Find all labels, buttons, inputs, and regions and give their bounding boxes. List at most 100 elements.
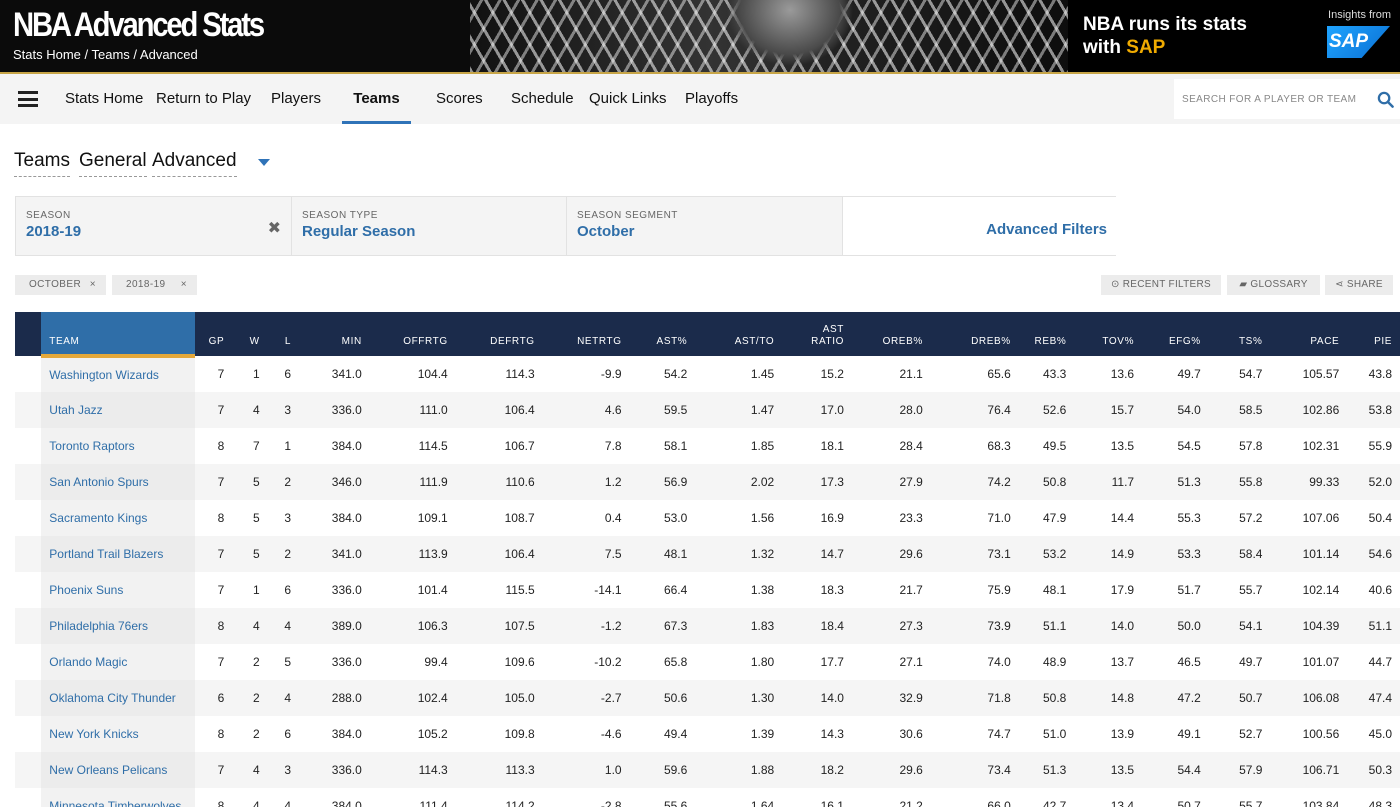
header-team[interactable]: TEAM <box>41 312 195 358</box>
table-row: Philadelphia 76ers 8 4 4 389.0 106.3 107.5 -1.2… <box>15 608 1400 644</box>
stat-cell: 4 <box>267 608 300 644</box>
season-segment-filter[interactable]: SEASON SEGMENT October <box>567 197 843 255</box>
stat-cell: 1 <box>267 428 300 464</box>
recent-filters-label: RECENT FILTERS <box>1122 279 1212 290</box>
stat-cell: 1.32 <box>695 536 783 572</box>
table-row: Orlando Magic 7 2 5 336.0 99.4 109.6 -10.2 65.8 1… <box>15 644 1400 680</box>
title-dropdown-general[interactable]: General <box>79 150 147 177</box>
nav-item-teams[interactable]: Teams <box>342 74 411 124</box>
stat-cell: 7 <box>194 644 233 680</box>
filter-chip-season[interactable]: 2018-19 × <box>112 275 197 295</box>
nav-item-schedule[interactable]: Schedule <box>511 74 574 124</box>
search-input[interactable] <box>1174 79 1364 119</box>
title-dropdown-teams[interactable]: Teams <box>14 150 70 177</box>
team-name-link[interactable]: Phoenix Suns <box>41 572 195 608</box>
team-name-link[interactable]: Portland Trail Blazers <box>41 536 195 572</box>
team-name-link[interactable]: Sacramento Kings <box>41 500 195 536</box>
team-name-link[interactable]: New York Knicks <box>41 716 195 752</box>
stat-cell: 50.4 <box>1347 500 1400 536</box>
header-ast-pct[interactable]: AST% <box>629 312 696 356</box>
stat-cell: 106.4 <box>455 536 543 572</box>
nav-item-scores[interactable]: Scores <box>436 74 483 124</box>
stat-cell: 17.7 <box>782 644 852 680</box>
stat-cell: 3 <box>267 500 300 536</box>
stat-cell: 49.7 <box>1208 644 1271 680</box>
header-tov-pct[interactable]: TOV% <box>1074 312 1143 356</box>
header-pace[interactable]: PACE <box>1270 312 1348 356</box>
team-name-link[interactable]: New Orleans Pelicans <box>41 752 195 788</box>
header-pie[interactable]: PIE <box>1347 312 1400 356</box>
stat-cell: 47.2 <box>1142 680 1209 716</box>
recent-filters-button[interactable]: ⊙ RECENT FILTERS <box>1101 275 1221 295</box>
nav-item-return-to-play[interactable]: Return to Play <box>156 74 251 124</box>
header-ts-pct[interactable]: TS% <box>1208 312 1271 356</box>
stat-cell: 1.85 <box>695 428 783 464</box>
season-filter[interactable]: SEASON 2018-19 ✖ <box>16 197 292 255</box>
stat-cell: 73.1 <box>930 536 1019 572</box>
stat-cell: 15.2 <box>782 356 852 392</box>
sap-ad[interactable]: NBA runs its stats with SAP Insights fro… <box>1068 0 1400 72</box>
clear-season-icon[interactable]: ✖ <box>268 218 281 238</box>
stat-cell: 13.5 <box>1074 428 1143 464</box>
hamburger-menu-icon[interactable] <box>18 91 38 107</box>
nav-item-players[interactable]: Players <box>271 74 321 124</box>
team-name-link[interactable]: Oklahoma City Thunder <box>41 680 195 716</box>
glossary-button[interactable]: ▰ GLOSSARY <box>1227 275 1320 295</box>
header-min[interactable]: MIN <box>299 312 370 356</box>
book-icon: ▰ <box>1239 279 1248 290</box>
stat-cell: 51.3 <box>1018 752 1075 788</box>
remove-chip-icon[interactable]: × <box>90 275 96 295</box>
stat-cell: 51.0 <box>1018 716 1075 752</box>
nav-item-stats-home[interactable]: Stats Home <box>65 74 143 124</box>
header-w[interactable]: W <box>232 312 268 356</box>
title-dropdown-advanced[interactable]: Advanced <box>152 150 237 177</box>
header-defrtg[interactable]: DEFRTG <box>455 312 543 356</box>
stat-cell: 7 <box>194 464 233 500</box>
season-type-value[interactable]: Regular Season <box>302 223 415 240</box>
header-efg-pct[interactable]: EFG% <box>1142 312 1209 356</box>
stat-cell: 27.3 <box>851 608 931 644</box>
stat-cell: 58.4 <box>1208 536 1271 572</box>
site-title[interactable]: NBA Advanced Stats <box>13 6 265 44</box>
header-l[interactable]: L <box>267 312 300 356</box>
header-netrtg[interactable]: NETRTG <box>542 312 630 356</box>
remove-chip-icon[interactable]: × <box>181 275 187 295</box>
stat-cell: 15.7 <box>1074 392 1143 428</box>
share-icon: ⋖ <box>1335 279 1344 290</box>
share-button[interactable]: ⋖ SHARE <box>1325 275 1393 295</box>
stat-cell: 17.9 <box>1074 572 1143 608</box>
team-name-link[interactable]: Minnesota Timberwolves <box>41 788 195 807</box>
ad-insights-label: Insights from <box>1328 9 1391 21</box>
team-name-link[interactable]: Toronto Raptors <box>41 428 195 464</box>
header-ast-to[interactable]: AST/TO <box>695 312 783 356</box>
team-name-link[interactable]: Orlando Magic <box>41 644 195 680</box>
table-row: San Antonio Spurs 7 5 2 346.0 111.9 110.6 1.2 56… <box>15 464 1400 500</box>
header-oreb-pct[interactable]: OREB% <box>851 312 931 356</box>
filter-chip-october[interactable]: OCTOBER × <box>15 275 106 295</box>
nav-item-quick-links[interactable]: Quick Links <box>589 74 667 124</box>
stat-cell: 99.33 <box>1270 464 1348 500</box>
header-offrtg[interactable]: OFFRTG <box>369 312 456 356</box>
team-name-link[interactable]: Philadelphia 76ers <box>41 608 195 644</box>
season-type-filter[interactable]: SEASON TYPE Regular Season <box>292 197 567 255</box>
team-name-link[interactable]: Utah Jazz <box>41 392 195 428</box>
stat-cell: 58.5 <box>1208 392 1271 428</box>
header-ast-ratio[interactable]: AST RATIO <box>782 312 852 356</box>
row-spacer <box>15 572 42 608</box>
header-reb-pct[interactable]: REB% <box>1018 312 1075 356</box>
breadcrumb[interactable]: Stats Home / Teams / Advanced <box>13 47 198 62</box>
stat-cell: 102.86 <box>1270 392 1348 428</box>
stat-cell: 1 <box>232 356 268 392</box>
team-name-link[interactable]: San Antonio Spurs <box>41 464 195 500</box>
header-gp[interactable]: GP <box>194 312 233 356</box>
search-icon[interactable] <box>1377 91 1394 108</box>
season-filter-value[interactable]: 2018-19 <box>26 223 81 240</box>
chevron-down-icon[interactable] <box>258 159 270 166</box>
nav-item-playoffs[interactable]: Playoffs <box>685 74 738 124</box>
stat-cell: 4 <box>232 392 268 428</box>
advanced-filters-link[interactable]: Advanced Filters <box>986 221 1107 238</box>
season-segment-value[interactable]: October <box>577 223 635 240</box>
stat-cell: 108.7 <box>455 500 543 536</box>
team-name-link[interactable]: Washington Wizards <box>41 356 195 392</box>
header-dreb-pct[interactable]: DREB% <box>930 312 1019 356</box>
